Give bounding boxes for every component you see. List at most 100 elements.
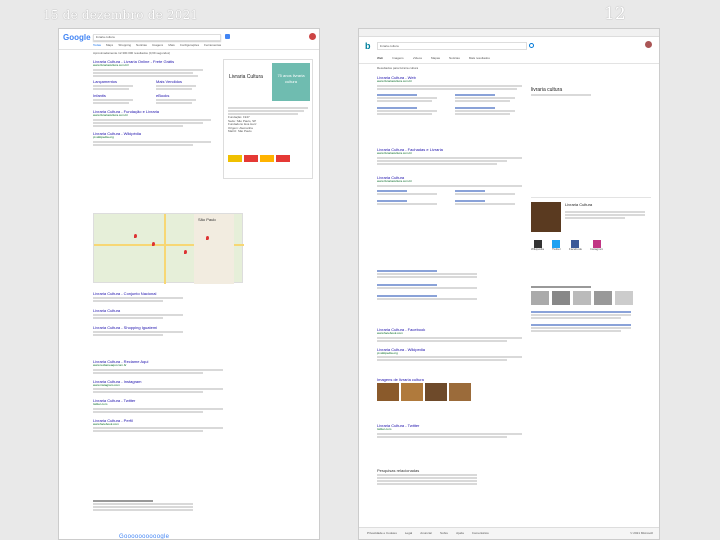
tab-images[interactable]: Imagens <box>392 57 404 61</box>
local-item[interactable]: Livraria Cultura - Conjunto Nacional <box>93 291 243 296</box>
divider <box>359 63 659 64</box>
result-url: twitter.com <box>377 428 392 431</box>
tab-images[interactable]: Imagens <box>152 44 164 48</box>
local-item[interactable]: Livraria Cultura <box>93 308 243 313</box>
sitelink-2[interactable]: Mais Vendidos <box>156 79 213 84</box>
tab-videos[interactable]: Vídeos <box>413 57 422 61</box>
google-ad-url: www.livrariacultura.com.br/ <box>93 64 129 67</box>
facebook-icon[interactable] <box>571 240 580 248</box>
tab-more[interactable]: Mais <box>168 44 174 48</box>
wikipedia-icon[interactable] <box>533 240 542 248</box>
bing-related-entities <box>531 285 651 333</box>
bing-logo[interactable]: b <box>365 41 371 51</box>
panel-title: livraria cultura <box>531 87 563 93</box>
bing-images: Imagens de livraria cultura <box>377 377 527 401</box>
social-label: Wikipédia <box>531 248 545 251</box>
footer-link[interactable]: Comentários <box>472 532 489 537</box>
bing-local-list <box>377 269 527 321</box>
bing-related: Pesquisas relacionadas <box>377 469 487 486</box>
bing-footer: Privacidade e Cookies Legal Anunciar Sob… <box>359 527 659 539</box>
map-pin-icon[interactable] <box>152 242 155 246</box>
panel-logo: 75 anos livraria cultura <box>272 63 310 101</box>
search-icon[interactable] <box>529 43 534 48</box>
tab-settings[interactable]: Configurações <box>180 44 199 48</box>
tab-shopping[interactable]: Shopping <box>118 44 131 48</box>
tab-news[interactable]: Notícias <box>136 44 147 48</box>
google-map[interactable]: São Paulo <box>93 213 244 284</box>
bing-brand-card: Livraria Cultura Wikipédia Twitter Faceb… <box>531 197 651 277</box>
tab-news[interactable]: Notícias <box>449 57 460 61</box>
slide-date: 15 de dezembro de 2021 <box>43 8 199 22</box>
sitelink-4[interactable]: eBooks <box>156 93 213 98</box>
map-label: São Paulo <box>198 218 217 222</box>
result-url: www.livrariacultura.com.br <box>93 114 129 117</box>
footer-copyright: © 2021 Microsoft <box>630 532 653 535</box>
map-pin-icon[interactable] <box>206 236 209 240</box>
image-thumb[interactable] <box>377 383 399 401</box>
result-url: pt.wikipedia.org <box>377 351 398 355</box>
footer-link[interactable]: Ajuda <box>456 532 464 537</box>
result-url: www.livrariacultura.com.br <box>377 80 413 83</box>
panel-name: Livraria Cultura <box>229 74 263 80</box>
footer-link[interactable]: Anunciar <box>420 532 432 537</box>
bing-top-result: Livraria Cultura - Web www.livrariacultu… <box>377 75 527 116</box>
result-url: www.facebook.com <box>377 332 403 335</box>
google-result-1: Livraria Cultura - Fundação e Livraria w… <box>93 109 213 128</box>
result-url: www.livrariacultura.com.br <box>377 180 413 183</box>
image-thumb[interactable] <box>449 383 471 401</box>
twitter-icon[interactable] <box>552 240 561 248</box>
brand-image <box>531 202 561 232</box>
instagram-icon[interactable] <box>592 240 601 248</box>
social-label: Twitter <box>552 248 561 251</box>
image-thumb[interactable] <box>425 383 447 401</box>
google-tabs: Todas Maps Shopping Notícias Imagens Mai… <box>93 44 221 48</box>
google-results-screenshot: Google livraria cultura Todas Maps Shopp… <box>58 28 320 540</box>
tab-tools[interactable]: Ferramentas <box>204 44 221 48</box>
google-stats: Aproximadamente 12.300.000 resultados (0… <box>93 52 171 55</box>
images-label[interactable]: Imagens de livraria cultura <box>377 377 527 382</box>
google-logo[interactable]: Google <box>63 33 91 42</box>
bing-results-screenshot: b livraria cultura Web Imagens Vídeos Ma… <box>358 28 660 540</box>
related-title: Pesquisas relacionadas <box>377 469 420 473</box>
result-url: www.livrariacultura.com.br <box>377 152 413 155</box>
search-icon[interactable] <box>225 34 230 39</box>
result-url: pt.wikipedia.org <box>93 136 114 139</box>
slide-number: 12 <box>604 4 626 24</box>
footer-link[interactable]: Legal <box>405 532 412 537</box>
panel-logos <box>228 155 290 162</box>
image-thumb[interactable] <box>401 383 423 401</box>
sitelink-3[interactable]: Infantis <box>93 93 150 98</box>
brand-name: Livraria Cultura <box>565 202 593 207</box>
google-results-more: Livraria Cultura - Reclame Aqui www.recla… <box>93 359 233 433</box>
tab-maps[interactable]: Maps <box>106 44 113 48</box>
tab-all[interactable]: Todas <box>93 44 101 48</box>
panel-rows: Fundação: 1947 Sede: São Paulo, SP Funda… <box>228 106 310 134</box>
local-item[interactable]: Livraria Cultura - Shopping Iguatemi <box>93 325 243 330</box>
tab-maps[interactable]: Mapas <box>431 57 440 61</box>
google-search-box[interactable]: livraria cultura <box>93 34 221 41</box>
result-url: www.reclameaqui.com.br <box>93 364 127 367</box>
google-ad-block: Livraria Cultura - Livraria Online - Fre… <box>93 59 213 105</box>
bing-result-1: Livraria Cultura - Fachadas e Livraria w… <box>377 147 527 166</box>
social-links: Wikipédia Twitter Facebook Instagram <box>531 240 603 252</box>
browser-bar <box>359 29 659 37</box>
bing-entity-panel: livraria cultura <box>531 87 651 97</box>
map-pin-icon[interactable] <box>134 234 137 238</box>
google-pagination[interactable]: Goooooooooogle <box>119 534 169 539</box>
footer-link[interactable]: Privacidade e Cookies <box>367 532 397 537</box>
social-label: Instagram <box>590 248 604 251</box>
bing-results-mid: Livraria Cultura - Facebook www.facebook.… <box>377 327 527 362</box>
avatar[interactable] <box>309 33 316 40</box>
bing-stats: Resultados para livraria cultura <box>377 67 419 70</box>
tab-web[interactable]: Web <box>377 57 383 61</box>
map-pin-icon[interactable] <box>184 250 187 254</box>
avatar[interactable] <box>645 41 652 48</box>
bing-search-box[interactable]: livraria cultura <box>377 42 527 50</box>
google-local-list: Livraria Cultura - Conjunto Nacional Liv… <box>93 291 243 337</box>
bing-search-query: livraria cultura <box>380 45 399 48</box>
sitelink-1[interactable]: Lançamentos <box>93 79 150 84</box>
result-url: www.facebook.com <box>93 422 119 426</box>
tab-more[interactable]: Mais resultados <box>469 57 490 61</box>
footer-link[interactable]: Sobre <box>440 532 448 537</box>
bing-result-2: Livraria Cultura www.livrariacultura.com… <box>377 175 527 206</box>
